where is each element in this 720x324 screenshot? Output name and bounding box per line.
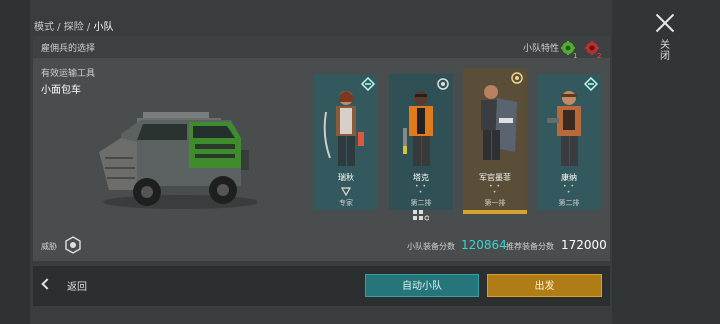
- chevron-left-icon: [41, 278, 53, 290]
- tucker-portrait: [403, 91, 433, 166]
- breadcrumb-current: 小队: [93, 22, 114, 33]
- connor-portrait: [547, 91, 581, 166]
- mercenary-role: 专家: [339, 199, 353, 207]
- vehicle-name: 小面包车: [41, 85, 81, 96]
- bottom-bar: 返回 自动小队 出发: [33, 266, 610, 306]
- breadcrumb-mode[interactable]: 模式: [34, 22, 54, 33]
- close-button[interactable]: [652, 10, 678, 36]
- recommended-score-label: 推荐装备分数: [506, 242, 554, 251]
- rank-dots: • • •: [563, 183, 575, 196]
- trait-count: 2: [597, 52, 602, 60]
- threat-shield-icon[interactable]: [64, 236, 82, 254]
- mercenary-name: 瑞秋: [338, 173, 354, 182]
- rank-dots: • • •: [415, 183, 427, 196]
- panel-title: 雇佣兵的选择: [41, 44, 96, 54]
- van-image[interactable]: [91, 98, 257, 214]
- mercenary-card-rachel[interactable]: 瑞秋 专家: [314, 74, 378, 210]
- threat-label: 威胁: [41, 242, 57, 251]
- mercenary-name: 军官墨菲: [479, 173, 511, 182]
- trait-count: 1: [573, 52, 578, 60]
- inventory-grid-icon: [413, 210, 429, 221]
- vehicle-label: 有效运输工具: [41, 69, 96, 79]
- squad-score-value: 120864: [461, 238, 507, 252]
- mercenary-card-officer-murphy[interactable]: 军官墨菲 • • • 第一排: [463, 68, 527, 214]
- selected-bar: [463, 210, 527, 214]
- mercenary-role: 第一排: [484, 199, 506, 207]
- panel-header: 雇佣兵的选择 小队特性 1 2: [33, 36, 610, 60]
- squad-panel: 雇佣兵的选择 小队特性 1 2 有效运输工具 小面包车 瑞秋 专家 塔克 • •…: [33, 36, 610, 261]
- mercenary-card-connor[interactable]: 康纳 • • • 第二排: [537, 74, 601, 210]
- back-button[interactable]: 返回: [39, 274, 99, 298]
- back-label: 返回: [67, 282, 87, 293]
- mercenary-name: 康纳: [561, 173, 577, 182]
- mercenary-card-tucker[interactable]: 塔克 • • • 第二排: [389, 74, 453, 221]
- specialist-icon: [341, 187, 351, 196]
- breadcrumb-explore[interactable]: 探险: [64, 22, 84, 33]
- squad-score-label: 小队装备分数: [407, 242, 455, 251]
- officer-murphy-portrait: [481, 85, 517, 160]
- depart-button[interactable]: 出发: [487, 274, 602, 297]
- auto-squad-button[interactable]: 自动小队: [365, 274, 479, 297]
- breadcrumb: 模式 / 探险 / 小队: [34, 22, 114, 33]
- recommended-score-value: 172000: [561, 238, 607, 252]
- red-gear-trait-icon[interactable]: 2: [585, 40, 601, 60]
- mercenary-role: 第二排: [410, 199, 432, 207]
- left-margin: [0, 0, 30, 324]
- green-gear-trait-icon[interactable]: 1: [561, 40, 577, 60]
- close-label: 关闭: [660, 40, 670, 62]
- squad-traits-label: 小队特性: [523, 44, 560, 54]
- mercenary-name: 塔克: [413, 173, 429, 182]
- mercenary-role: 第二排: [558, 199, 580, 207]
- rank-dots: • • •: [489, 183, 501, 196]
- rachel-portrait: [323, 91, 364, 166]
